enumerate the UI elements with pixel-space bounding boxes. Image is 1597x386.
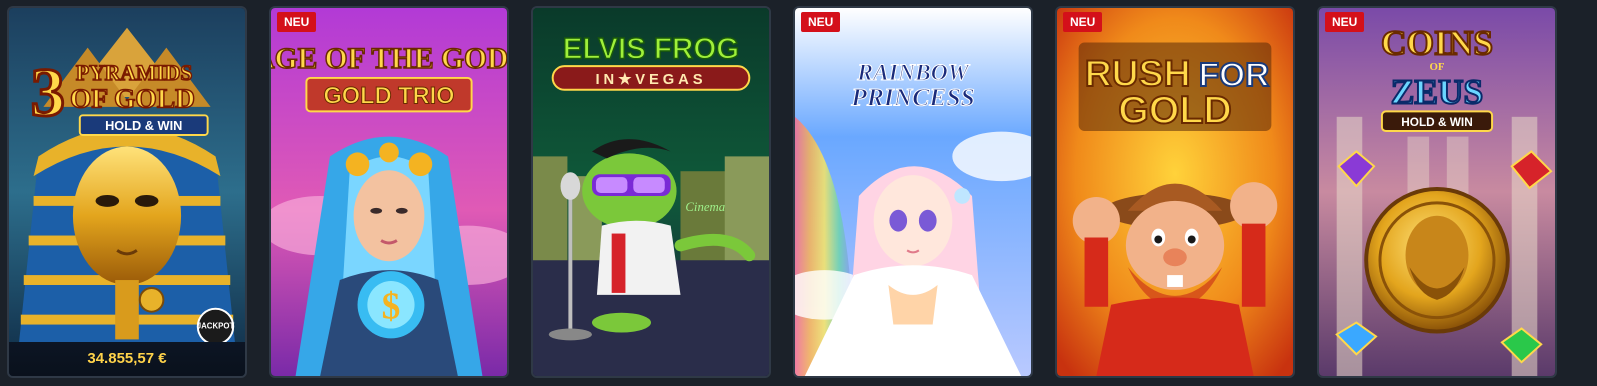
- game-tile-rush-for-gold[interactable]: NEU RUSH FOR GOLD: [1055, 6, 1295, 378]
- title-line-3: OF GOLD: [70, 82, 195, 113]
- game-logo: AGE OF THE GODS GOLD TRIO: [271, 42, 507, 113]
- subtitle: HOLD & WIN: [1401, 115, 1472, 129]
- game-tile-elvis-frog-in-vegas[interactable]: Cinema ELVIS FROG IN★VEGAS: [531, 6, 771, 378]
- jackpot-logo-icon: JACKPOT: [197, 322, 235, 331]
- title-line-2: PRINCESS: [850, 82, 975, 111]
- title-line-2: PYRAMIDS: [76, 61, 193, 85]
- game-tile-age-of-the-gods-gold-trio[interactable]: $ NEU AGE OF THE GODS GOLD TRIO: [269, 6, 509, 378]
- game-tile-rainbow-princess[interactable]: NEU RAINBOW PRINCESS: [793, 6, 1033, 378]
- jackpot-amount: 34.855,57 €: [9, 342, 245, 376]
- title-line-1: ELVIS FROG: [563, 32, 739, 65]
- title-line-2: GOLD: [1118, 88, 1232, 132]
- title-line-2: GOLD TRIO: [323, 84, 454, 110]
- game-logo: 3 PYRAMIDS OF GOLD HOLD & WIN JACKPOT: [29, 53, 235, 331]
- new-badge: NEU: [1325, 12, 1365, 32]
- new-badge: NEU: [1063, 12, 1103, 32]
- new-badge: NEU: [801, 12, 841, 32]
- subtitle: HOLD & WIN: [105, 118, 182, 133]
- title-line-2: ZEUS: [1391, 72, 1483, 112]
- game-tiles-row: 3 PYRAMIDS OF GOLD HOLD & WIN JACKPOT 34…: [0, 0, 1597, 386]
- game-tile-coins-of-zeus[interactable]: NEU COINS OF ZEUS HOLD & WIN: [1317, 6, 1557, 378]
- game-logo: RAINBOW PRINCESS: [850, 59, 976, 112]
- game-tile-3-pyramids-of-gold[interactable]: 3 PYRAMIDS OF GOLD HOLD & WIN JACKPOT 34…: [7, 6, 247, 378]
- game-logo: COINS OF ZEUS HOLD & WIN: [1380, 21, 1494, 133]
- title-line-1: COINS: [1381, 22, 1493, 62]
- title-line-1: AGE OF THE GODS: [271, 43, 507, 75]
- game-logo: RUSH FOR GOLD: [1078, 42, 1272, 133]
- game-logo: ELVIS FROG IN★VEGAS: [551, 32, 751, 91]
- title-line-2: IN★VEGAS: [595, 72, 706, 88]
- title-number: 3: [31, 54, 65, 130]
- new-badge: NEU: [277, 12, 317, 32]
